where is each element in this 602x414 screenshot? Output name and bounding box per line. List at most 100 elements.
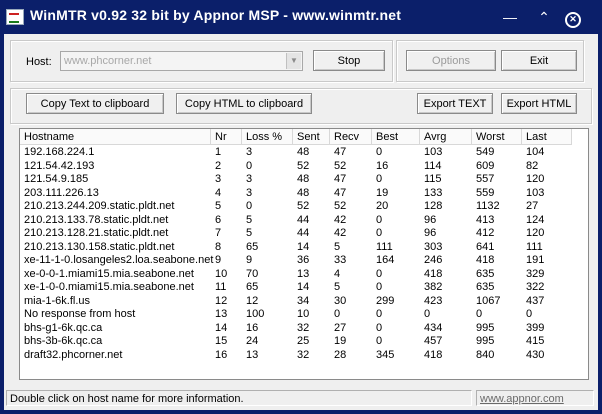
cell-hostname[interactable]: 121.54.9.185 — [20, 173, 88, 187]
minimize-icon[interactable]: — — [500, 8, 520, 26]
cell-best: 0 — [376, 173, 383, 185]
column-header-avrg[interactable]: Avrg — [420, 129, 472, 145]
cell-hostname[interactable]: 210.213.133.78.static.pldt.net — [20, 214, 168, 228]
copy-text-button[interactable]: Copy Text to clipboard — [26, 93, 164, 114]
cell-recv: 42 — [334, 213, 347, 226]
cell-hostname[interactable]: xe-0-0-1.miami15.mia.seabone.net — [20, 268, 194, 282]
cell-recv: 33 — [334, 254, 347, 266]
export-text-button[interactable]: Export TEXT — [417, 93, 493, 114]
status-text: Double click on host name for more infor… — [6, 390, 472, 406]
cell-worst: 413 — [476, 213, 495, 226]
table-row[interactable]: mia-1-6k.fl.us 12 12 34 30 299 423 1067 437 — [20, 294, 588, 309]
export-html-button[interactable]: Export HTML — [501, 93, 577, 114]
cell-sent: 52 — [297, 200, 310, 212]
cell-sent: 14 — [297, 281, 310, 293]
cell-avrg: 103 — [424, 146, 443, 158]
cell-hostname[interactable]: mia-1-6k.fl.us — [20, 295, 90, 309]
table-row[interactable]: 210.213.244.209.static.pldt.net 5 0 52 52 20 1… — [20, 200, 588, 214]
chevron-down-icon[interactable]: ▼ — [286, 53, 301, 69]
cell-nr: 15 — [215, 335, 228, 347]
copy-html-button[interactable]: Copy HTML to clipboard — [176, 93, 312, 114]
appnor-link[interactable]: www.appnor.com — [476, 390, 594, 406]
cell-avrg: 457 — [424, 335, 443, 347]
cell-hostname[interactable]: 210.213.244.209.static.pldt.net — [20, 200, 174, 214]
cell-hostname[interactable]: 203.111.226.13 — [20, 187, 99, 201]
cell-last: 27 — [526, 200, 539, 212]
cell-hostname[interactable]: draft32.phcorner.net — [20, 349, 122, 363]
cell-hostname[interactable]: 210.213.130.158.static.pldt.net — [20, 241, 174, 255]
status-bar: Double click on host name for more infor… — [4, 387, 598, 410]
chevron-up-icon[interactable]: ⌃ — [534, 8, 554, 26]
cell-worst: 995 — [476, 321, 495, 334]
cell-last: 430 — [526, 348, 545, 361]
column-header-last[interactable]: Last — [522, 129, 572, 145]
table-row[interactable]: 121.54.42.193 2 0 52 52 16 114 609 82 — [20, 159, 588, 174]
cell-hostname[interactable]: bhs-g1-6k.qc.ca — [20, 322, 102, 336]
table-row[interactable]: 203.111.226.13 4 3 48 47 19 133 559 103 — [20, 186, 588, 201]
cell-avrg: 115 — [424, 173, 442, 185]
cell-recv: 5 — [334, 240, 341, 253]
cell-worst: 1132 — [476, 200, 500, 212]
table-row[interactable]: bhs-g1-6k.qc.ca 14 16 32 27 0 434 995 399 — [20, 321, 588, 336]
column-header-sent[interactable]: Sent — [293, 129, 330, 145]
cell-last: 120 — [526, 173, 545, 185]
column-header-nr[interactable]: Nr — [211, 129, 242, 145]
cell-sent: 25 — [297, 335, 310, 347]
stop-button[interactable]: Stop — [313, 50, 385, 71]
cell-avrg: 0 — [424, 308, 431, 320]
cell-best: 0 — [376, 281, 383, 293]
cell-hostname[interactable]: 121.54.42.193 — [20, 160, 94, 174]
close-icon[interactable]: ✕ — [563, 8, 583, 28]
column-header-best[interactable]: Best — [372, 129, 420, 145]
cell-best: 345 — [376, 348, 395, 361]
table-row[interactable]: 210.213.130.158.static.pldt.net 8 65 14 5 111… — [20, 240, 588, 255]
table-row[interactable]: 192.168.224.1 1 3 48 47 0 103 549 104 — [20, 146, 588, 160]
table-row[interactable]: 121.54.9.185 3 3 48 47 0 115 557 120 — [20, 173, 588, 187]
cell-hostname[interactable]: No response from host — [20, 308, 135, 322]
cell-sent: 48 — [297, 186, 310, 199]
cell-last: 124 — [526, 213, 545, 226]
cell-last: 82 — [526, 159, 539, 172]
cell-last: 329 — [526, 267, 545, 280]
column-header-worst[interactable]: Worst — [472, 129, 522, 145]
table-row[interactable]: bhs-3b-6k.qc.ca 15 24 25 19 0 457 995 415 — [20, 335, 588, 349]
table-header: Hostname Nr Loss % Sent Recv Best Avrg Worst Las… — [20, 129, 588, 145]
table-row[interactable]: 210.213.128.21.static.pldt.net 7 5 44 42 0 96 4… — [20, 227, 588, 241]
cell-last: 322 — [526, 281, 545, 293]
cell-hostname[interactable]: bhs-3b-6k.qc.ca — [20, 335, 102, 349]
cell-loss: 16 — [246, 321, 259, 334]
table-row[interactable]: No response from host 13 100 10 0 0 0 0 0 — [20, 308, 588, 322]
cell-loss: 100 — [246, 308, 265, 320]
cell-sent: 32 — [297, 348, 310, 361]
table-row[interactable]: xe-1-0-0.miami15.mia.seabone.net 11 65 14 5 0… — [20, 281, 588, 295]
cell-sent: 14 — [297, 240, 310, 253]
table-row[interactable]: xe-0-0-1.miami15.mia.seabone.net 10 70 13 4 0… — [20, 267, 588, 282]
cell-avrg: 114 — [424, 159, 442, 172]
exit-button[interactable]: Exit — [501, 50, 577, 71]
table-row[interactable]: draft32.phcorner.net 16 13 32 28 345 418 840 430 — [20, 348, 588, 363]
cell-nr: 7 — [215, 227, 222, 239]
column-header-hostname[interactable]: Hostname — [20, 129, 211, 145]
cell-best: 0 — [376, 213, 383, 226]
table-row[interactable]: 210.213.133.78.static.pldt.net 6 5 44 42 0 96 4… — [20, 213, 588, 228]
cell-recv: 4 — [334, 267, 341, 280]
cell-hostname[interactable]: 192.168.224.1 — [20, 146, 94, 160]
cell-nr: 14 — [215, 321, 228, 334]
cell-sent: 52 — [297, 159, 310, 172]
cell-sent: 32 — [297, 321, 310, 334]
host-combobox[interactable]: www.phcorner.net ▼ — [60, 51, 303, 71]
cell-sent: 34 — [297, 294, 310, 307]
cell-recv: 0 — [334, 308, 341, 320]
cell-hostname[interactable]: 210.213.128.21.static.pldt.net — [20, 227, 168, 241]
cell-avrg: 418 — [424, 267, 443, 280]
cell-nr: 3 — [215, 173, 222, 185]
cell-hostname[interactable]: xe-11-1-0.losangeles2.loa.seabone.net — [20, 254, 213, 268]
column-header-loss[interactable]: Loss % — [242, 129, 293, 145]
cell-avrg: 303 — [424, 240, 443, 253]
cell-hostname[interactable]: xe-1-0-0.miami15.mia.seabone.net — [20, 281, 194, 295]
cell-nr: 9 — [215, 254, 222, 266]
options-button[interactable]: Options — [406, 50, 496, 71]
cell-loss: 65 — [246, 281, 259, 293]
table-row[interactable]: xe-11-1-0.losangeles2.loa.seabone.net 9 9 3… — [20, 254, 588, 268]
column-header-recv[interactable]: Recv — [330, 129, 372, 145]
